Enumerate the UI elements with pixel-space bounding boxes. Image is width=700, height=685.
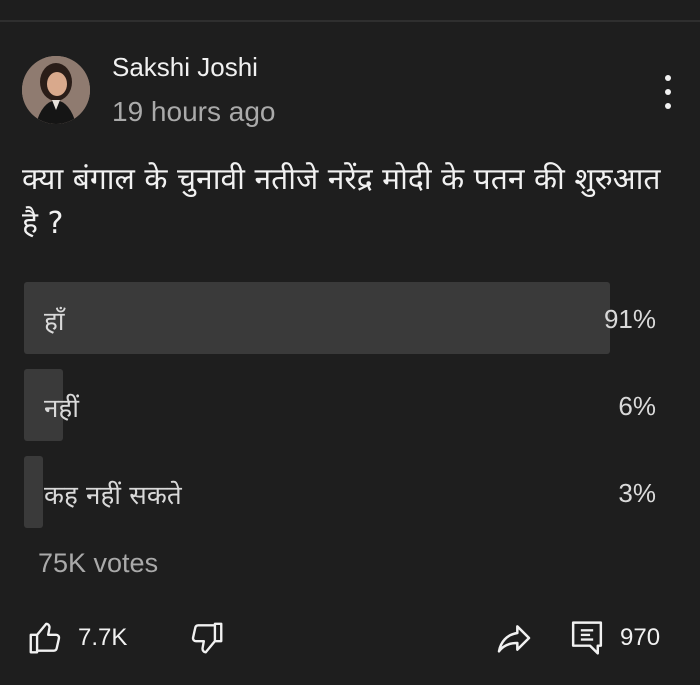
thumbs-down-icon bbox=[191, 622, 223, 654]
poll-option-label: हाँ bbox=[44, 307, 65, 337]
comment-icon bbox=[571, 621, 603, 655]
poll-option-percent: 6% bbox=[618, 391, 656, 421]
thumbs-up-icon bbox=[29, 622, 61, 654]
poll-option-bar bbox=[24, 456, 43, 528]
dislike-button[interactable] bbox=[188, 618, 226, 658]
poll-option-percent: 3% bbox=[618, 478, 656, 508]
vote-count: 75K votes bbox=[38, 548, 159, 578]
poll-option-label: नहीं bbox=[44, 394, 79, 424]
poll-option-label: कह नहीं सकते bbox=[44, 481, 182, 511]
avatar-image bbox=[22, 56, 90, 124]
share-button[interactable] bbox=[494, 618, 534, 658]
like-button[interactable]: 7.7K bbox=[26, 618, 127, 658]
poll-option-bar bbox=[24, 282, 610, 354]
poll-question: क्या बंगाल के चुनावी नतीजे नरेंद्र मोदी … bbox=[22, 162, 661, 241]
poll-option-1[interactable]: हाँ 91% bbox=[24, 282, 668, 354]
post-timestamp: 19 hours ago bbox=[112, 96, 276, 127]
poll-option-percent: 91% bbox=[603, 304, 656, 334]
like-count: 7.7K bbox=[78, 624, 128, 651]
more-vert-icon[interactable] bbox=[656, 72, 680, 112]
author-name[interactable]: Sakshi Joshi bbox=[112, 52, 258, 83]
top-divider bbox=[0, 20, 700, 22]
author-avatar[interactable] bbox=[22, 56, 90, 124]
share-icon bbox=[497, 625, 531, 653]
comment-count: 970 bbox=[620, 624, 661, 651]
poll-option-3[interactable]: कह नहीं सकते 3% bbox=[24, 456, 668, 528]
comments-button[interactable]: 970 bbox=[568, 618, 660, 658]
poll-option-2[interactable]: नहीं 6% bbox=[24, 369, 668, 441]
